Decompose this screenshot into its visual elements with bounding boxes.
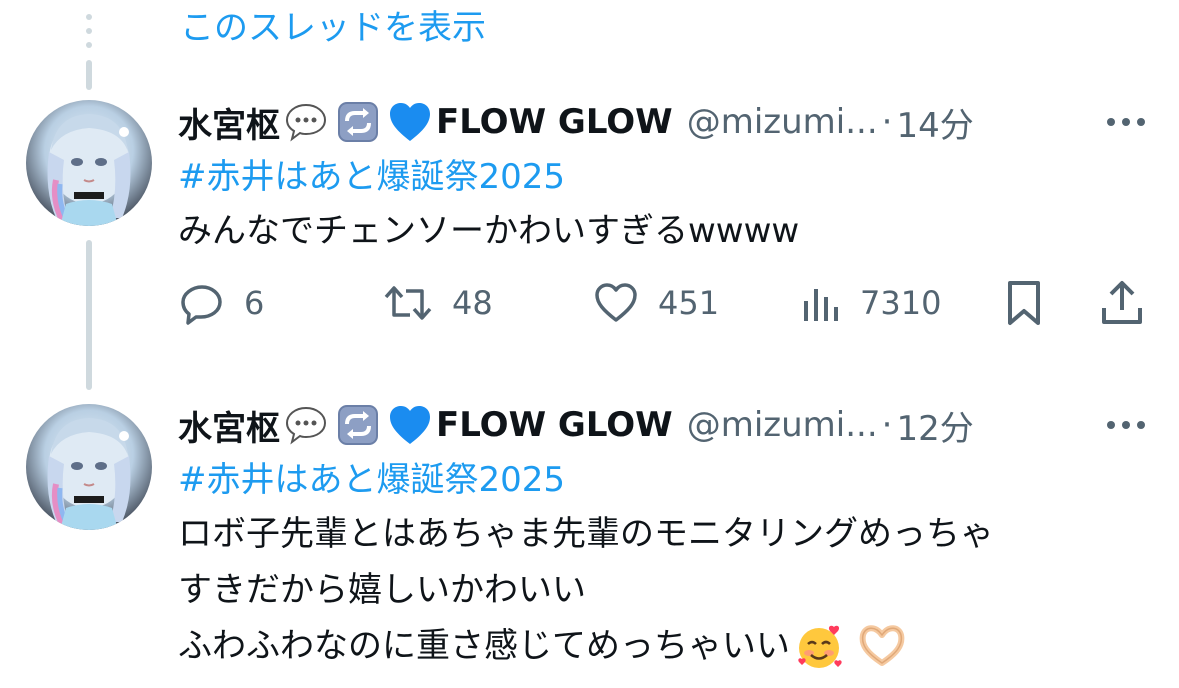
heart-hands-icon <box>857 621 907 671</box>
time-separator: · <box>881 405 893 445</box>
more-dots-icon <box>1107 421 1145 429</box>
display-name[interactable]: 水宮枢 FLOW GLOW <box>178 98 673 147</box>
display-name-text: 水宮枢 <box>178 105 280 146</box>
thread-dot <box>86 14 92 20</box>
views-button[interactable]: 7310 <box>800 275 941 331</box>
thread-line <box>86 60 92 90</box>
bookmark-button[interactable] <box>1002 275 1046 331</box>
speech-balloon-icon <box>283 402 329 448</box>
tweet-actions: 6 48 451 7310 <box>178 275 1148 331</box>
avatar[interactable] <box>26 404 152 530</box>
repeat-button-icon <box>335 99 381 145</box>
hashtag-link[interactable]: #赤井はあと爆誕祭2025 <box>178 152 565 202</box>
reply-icon <box>181 285 222 325</box>
thread-dot <box>86 28 92 34</box>
more-options-button[interactable] <box>1105 400 1147 450</box>
repost-icon <box>384 286 432 320</box>
repeat-button-icon <box>335 402 381 448</box>
tweet-header: 水宮枢 <box>178 400 974 450</box>
tweet-text: ロボ子先輩とはあちゃま先輩のモニタリングめっちゃ すきだから嬉しいかわいい ふわ… <box>178 506 994 674</box>
tweet-text-line: ふわふわなのに重さ感じてめっちゃいい <box>178 618 994 674</box>
user-handle[interactable]: @mizumi... <box>687 102 878 142</box>
hashtag-link[interactable]: #赤井はあと爆誕祭2025 <box>178 455 565 505</box>
tweet-text-line-content: ふわふわなのに重さ感じてめっちゃいい <box>178 626 790 666</box>
heart-icon <box>595 283 637 322</box>
like-button[interactable]: 451 <box>592 275 719 331</box>
speech-balloon-icon <box>283 99 329 145</box>
repost-button[interactable]: 48 <box>382 275 493 331</box>
tweet-text-line: すきだから嬉しいかわいい <box>178 570 586 610</box>
timestamp[interactable]: 14分 <box>896 98 973 147</box>
more-dots-icon <box>1107 118 1145 126</box>
share-icon <box>1102 281 1142 324</box>
thread-line <box>86 240 92 390</box>
reply-button[interactable]: 6 <box>178 275 264 331</box>
reply-count: 6 <box>244 284 265 322</box>
smiling-face-with-hearts-icon <box>794 621 844 671</box>
share-button[interactable] <box>1098 275 1146 331</box>
view-count: 7310 <box>860 284 942 322</box>
more-options-button[interactable] <box>1105 97 1147 147</box>
tweet-text-line: ロボ子先輩とはあちゃま先輩のモニタリングめっちゃ <box>178 514 994 554</box>
display-name-suffix: FLOW GLOW <box>436 102 673 142</box>
analytics-icon <box>804 289 838 321</box>
tweet-header: 水宮枢 <box>178 97 974 147</box>
show-thread-link[interactable]: このスレッドを表示 <box>180 6 486 50</box>
display-name-suffix: FLOW GLOW <box>436 405 673 445</box>
avatar[interactable] <box>26 100 152 226</box>
bookmark-icon <box>1008 281 1040 325</box>
timestamp[interactable]: 12分 <box>896 401 973 450</box>
blue-heart-icon <box>387 402 433 448</box>
display-name-text: 水宮枢 <box>178 408 280 449</box>
user-handle[interactable]: @mizumi... <box>687 405 878 445</box>
display-name[interactable]: 水宮枢 FLOW GLOW <box>178 401 673 450</box>
time-separator: · <box>881 102 893 142</box>
tweet-text-line: みんなでチェンソーかわいすぎるwwww <box>178 211 800 251</box>
tweet-text: みんなでチェンソーかわいすぎるwwww <box>178 203 799 259</box>
repost-count: 48 <box>452 284 493 322</box>
like-count: 451 <box>658 284 720 322</box>
blue-heart-icon <box>387 99 433 145</box>
thread-dot <box>86 42 92 48</box>
